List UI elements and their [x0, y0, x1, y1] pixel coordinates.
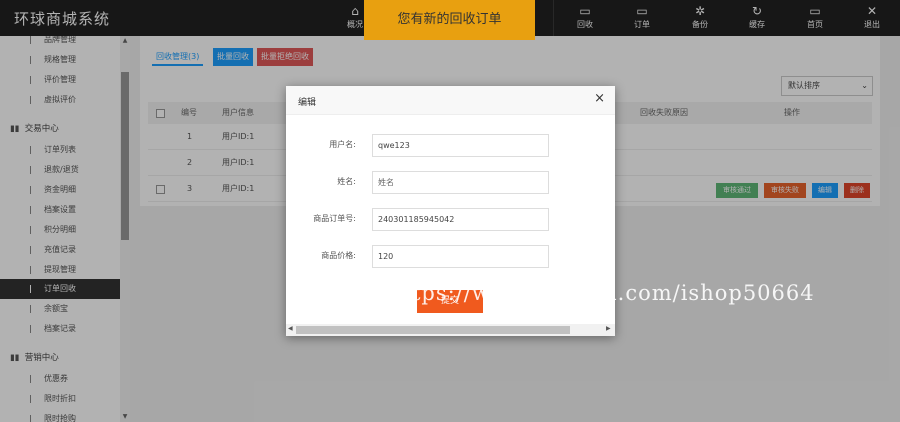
watermark: https://www.huzhan.com/ishop50664	[388, 281, 815, 305]
new-order-notice: 您有新的回收订单	[364, 0, 535, 40]
username-label: 用户名:	[329, 140, 356, 149]
price-label: 商品价格:	[321, 251, 356, 260]
username-field[interactable]: qwe123	[372, 134, 549, 157]
realname-field[interactable]: 姓名	[372, 171, 549, 194]
scroll-left-icon[interactable]: ◀	[288, 325, 293, 332]
scrollbar-thumb[interactable]	[296, 326, 570, 334]
order-no-field[interactable]: 240301185945042	[372, 208, 549, 231]
close-icon[interactable]: ×	[594, 92, 605, 106]
dialog-hscrollbar[interactable]: ◀ ▶	[286, 324, 615, 336]
realname-label: 姓名:	[337, 177, 356, 186]
order-no-label: 商品订单号:	[313, 214, 356, 223]
dialog-title: 编辑	[298, 98, 317, 108]
dialog-header: 编辑 ×	[286, 86, 615, 115]
price-field[interactable]: 120	[372, 245, 549, 268]
scroll-right-icon[interactable]: ▶	[606, 325, 611, 332]
